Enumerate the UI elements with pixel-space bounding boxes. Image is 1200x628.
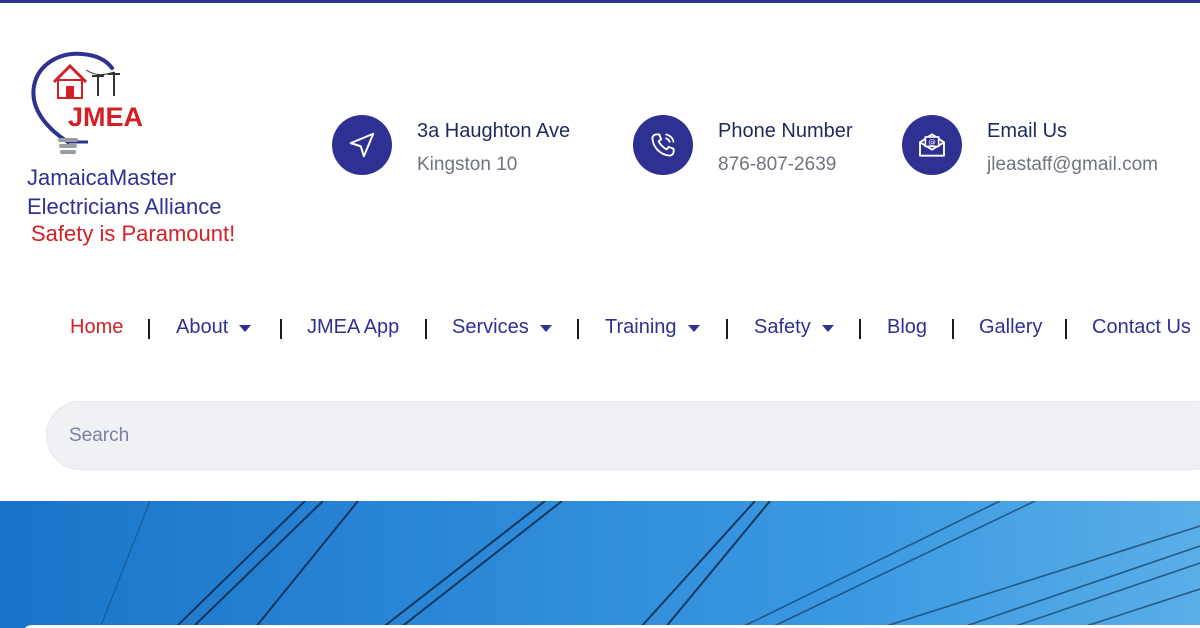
contact-address: 3a Haughton Ave Kingston 10: [332, 115, 592, 175]
nav-separator: [425, 319, 427, 339]
nav-item-about[interactable]: About: [176, 316, 252, 339]
nav-item-about-label: About: [176, 316, 229, 338]
power-lines-image: [99, 501, 1200, 628]
brand-name-line2: Electricians Alliance: [27, 194, 222, 219]
nav-item-jmea-app[interactable]: JMEA App: [307, 316, 399, 339]
nav-item-blog[interactable]: Blog: [887, 316, 927, 339]
nav-item-training[interactable]: Training: [605, 316, 700, 339]
chevron-down-icon: [239, 325, 252, 332]
contact-address-label: 3a Haughton Ave: [417, 120, 571, 142]
nav-separator: [280, 319, 282, 339]
contact-email-value[interactable]: jleastaff@gmail.com: [987, 154, 1158, 176]
navigation-arrow-icon: [332, 115, 392, 175]
hero-banner: [0, 501, 1200, 628]
contact-email-label: Email Us: [987, 120, 1068, 142]
contact-phone-label: Phone Number: [718, 120, 853, 142]
nav-item-contact-us-label: Contact Us: [1092, 316, 1191, 338]
nav-item-gallery[interactable]: Gallery: [979, 316, 1042, 339]
nav-separator: [726, 319, 728, 339]
nav-item-services[interactable]: Services: [452, 316, 552, 339]
svg-text:@: @: [928, 137, 935, 146]
chevron-down-icon: [687, 325, 700, 332]
nav-item-training-label: Training: [605, 316, 677, 338]
contact-email: @ Email Us jleastaff@gmail.com: [902, 115, 1192, 175]
nav-separator: [577, 319, 579, 339]
brand-tagline: Safety is Paramount!: [31, 221, 236, 246]
nav-item-safety-label: Safety: [754, 316, 811, 338]
main-nav: Home About JMEA App Services Training Sa…: [0, 312, 1200, 344]
contact-phone: Phone Number 876-807-2639: [633, 115, 873, 175]
phone-icon: [633, 115, 693, 175]
nav-item-safety[interactable]: Safety: [754, 316, 834, 339]
nav-item-gallery-label: Gallery: [979, 316, 1043, 338]
search-bar: [46, 401, 1200, 470]
nav-separator: [148, 319, 150, 339]
top-border: [0, 0, 1200, 3]
brand-name: JamaicaMaster Electricians Alliance: [27, 163, 221, 221]
contact-address-value: Kingston 10: [417, 154, 518, 175]
logo-text: JMEA: [68, 102, 144, 132]
nav-item-services-label: Services: [452, 316, 529, 338]
nav-item-jmea-app-label: JMEA App: [307, 316, 400, 338]
nav-item-blog-label: Blog: [887, 316, 928, 338]
jmea-logo[interactable]: JMEA: [28, 50, 168, 160]
brand-name-line1: JamaicaMaster: [27, 165, 177, 190]
contact-phone-value[interactable]: 876-807-2639: [718, 154, 836, 176]
chevron-down-icon: [821, 325, 834, 332]
chevron-down-icon: [539, 325, 552, 332]
nav-item-home-label: Home: [70, 316, 124, 338]
envelope-icon: @: [902, 115, 962, 175]
nav-separator: [952, 319, 954, 339]
search-input[interactable]: [69, 402, 1169, 469]
nav-separator: [1065, 319, 1067, 339]
nav-item-home[interactable]: Home: [70, 316, 123, 339]
nav-item-contact-us[interactable]: Contact Us: [1092, 316, 1191, 339]
nav-separator: [859, 319, 861, 339]
